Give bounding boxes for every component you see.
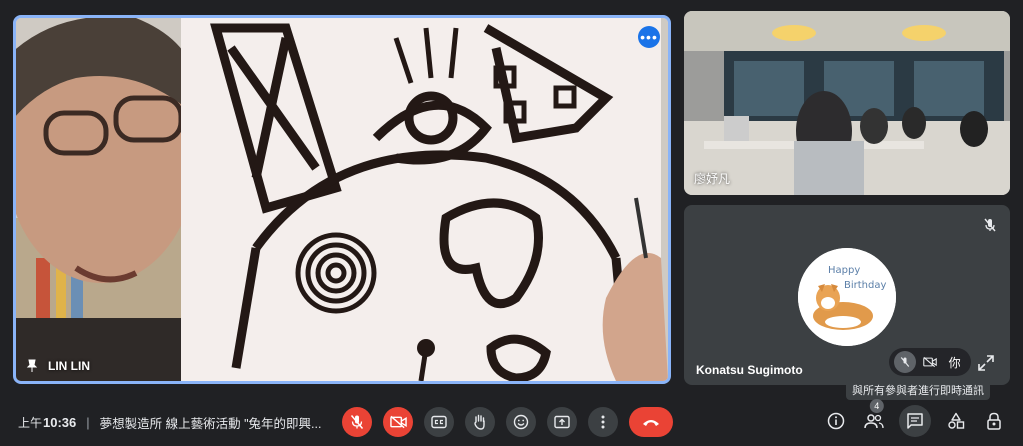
videocam-off-icon bbox=[923, 356, 937, 368]
people-icon bbox=[864, 414, 884, 429]
call-controls bbox=[342, 407, 673, 437]
emoji-button[interactable] bbox=[506, 407, 536, 437]
more-options-button[interactable]: ••• bbox=[638, 26, 660, 48]
expand-icon[interactable] bbox=[978, 355, 994, 371]
hand-icon bbox=[474, 414, 485, 430]
self-mic-button[interactable] bbox=[894, 351, 917, 373]
camera-tile-nameplate: 廖妤凡 bbox=[694, 170, 730, 187]
activities-icon bbox=[948, 412, 965, 429]
self-camera-button[interactable] bbox=[919, 351, 941, 373]
meeting-title[interactable]: 夢想製造所 線上藝術活動 "兔年的即興... bbox=[100, 413, 322, 432]
self-participant-name: Konatsu Sugimoto bbox=[696, 363, 803, 377]
meeting-info: 上午 10:36 | 夢想製造所 線上藝術活動 "兔年的即興... bbox=[18, 413, 321, 432]
participant-video-feed bbox=[684, 11, 1010, 195]
meet-stage: ••• LIN LIN 廖妤凡 Happy Birthday Konatsu S… bbox=[0, 0, 1023, 446]
emoji-icon bbox=[513, 414, 529, 430]
main-video-tile[interactable]: ••• LIN LIN bbox=[13, 15, 671, 384]
activities-button[interactable] bbox=[943, 408, 969, 434]
call-end-icon bbox=[643, 420, 659, 426]
participant-tile-camera[interactable]: 廖妤凡 bbox=[684, 11, 1010, 195]
main-tile-nameplate: LIN LIN bbox=[26, 359, 90, 373]
host-controls-button[interactable] bbox=[981, 408, 1007, 434]
separator: | bbox=[86, 415, 90, 430]
chat-button[interactable] bbox=[899, 405, 931, 437]
avatar-image: Happy Birthday bbox=[798, 248, 896, 346]
more-horiz-icon: ••• bbox=[640, 29, 658, 45]
raise-hand-button[interactable] bbox=[465, 407, 495, 437]
more-options-menu-button[interactable] bbox=[588, 407, 618, 437]
meeting-time: 10:36 bbox=[43, 415, 77, 430]
people-button[interactable]: 4 bbox=[861, 399, 887, 434]
present-button[interactable] bbox=[547, 407, 577, 437]
camera-participant-name: 廖妤凡 bbox=[694, 172, 731, 186]
mic-off-icon bbox=[984, 218, 996, 232]
svg-text:Birthday: Birthday bbox=[844, 280, 886, 291]
captions-button[interactable] bbox=[424, 407, 454, 437]
mic-toggle-button[interactable] bbox=[342, 407, 372, 437]
svg-text:Happy: Happy bbox=[828, 265, 860, 276]
participant-tile-self[interactable]: Happy Birthday Konatsu Sugimoto 你 bbox=[684, 205, 1010, 385]
meeting-details-button[interactable] bbox=[823, 408, 849, 434]
main-video-feed bbox=[16, 18, 668, 381]
closed-caption-icon bbox=[431, 415, 447, 429]
mic-off-icon bbox=[901, 357, 910, 367]
present-screen-icon bbox=[554, 415, 570, 429]
self-tile-controls: 你 bbox=[889, 348, 971, 376]
time-prefix: 上午 bbox=[18, 416, 43, 430]
main-participant-name: LIN LIN bbox=[48, 359, 90, 373]
avatar: Happy Birthday bbox=[798, 248, 896, 346]
videocam-off-icon bbox=[389, 415, 407, 429]
chat-icon bbox=[907, 413, 923, 429]
side-panel-controls: 4 bbox=[823, 399, 1007, 437]
self-label: 你 bbox=[948, 355, 961, 370]
camera-toggle-button[interactable] bbox=[383, 407, 413, 437]
end-call-button[interactable] bbox=[629, 407, 673, 437]
mic-off-icon bbox=[350, 415, 364, 429]
people-count-badge: 4 bbox=[869, 399, 884, 413]
info-icon bbox=[827, 412, 845, 430]
pin-icon bbox=[26, 359, 38, 372]
more-vert-icon bbox=[601, 415, 605, 429]
chat-tooltip: 與所有參與者進行即時通訊 bbox=[846, 380, 990, 400]
bottom-control-bar: 上午 10:36 | 夢想製造所 線上藝術活動 "兔年的即興... 4 bbox=[0, 399, 1023, 446]
lock-person-icon bbox=[987, 412, 1001, 430]
